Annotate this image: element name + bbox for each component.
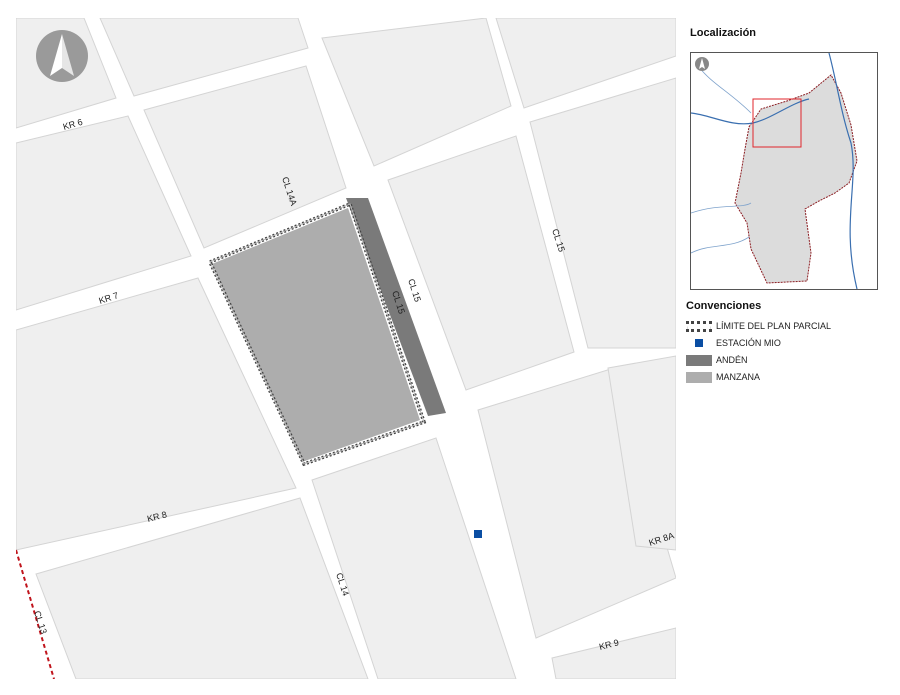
- legend-item-anden: ANDÉN: [686, 353, 748, 367]
- river: [691, 236, 750, 254]
- mio-station-marker[interactable]: [474, 530, 482, 538]
- legend-item-manzana: MANZANA: [686, 370, 760, 384]
- side-panel: Localización Convenciones LÍMITE DEL PLA…: [686, 18, 891, 678]
- legend-item-mio-station: ESTACIÓN MIO: [686, 336, 781, 350]
- city-block: [551, 627, 676, 679]
- inset-north-arrow-icon: [695, 57, 709, 71]
- legend-swatch-manzana: [686, 371, 712, 383]
- legend-label: ESTACIÓN MIO: [716, 338, 781, 348]
- legend-swatch-plan-limit: [686, 320, 712, 332]
- location-title: Localización: [690, 27, 757, 39]
- main-map[interactable]: KR 6 KR 7 KR 8 KR 8A KR 9 CL 14 CL 14A C…: [16, 18, 676, 679]
- street-label-cl13: CL 13: [32, 610, 49, 636]
- city-block: [321, 18, 512, 167]
- legend-item-plan-limit: LÍMITE DEL PLAN PARCIAL: [686, 319, 831, 333]
- river: [698, 66, 752, 114]
- legend-label: MANZANA: [716, 372, 761, 382]
- legend-swatch-mio-station: [686, 338, 712, 349]
- legend-swatch-anden: [686, 354, 712, 366]
- north-arrow-icon: [36, 30, 88, 82]
- location-inset-map[interactable]: [690, 52, 878, 290]
- legend-label: ANDÉN: [716, 355, 748, 365]
- street-label-cl15: CL 15: [406, 278, 423, 304]
- map-canvas: KR 6 KR 7 KR 8 KR 8A KR 9 CL 14 CL 14A C…: [16, 18, 676, 679]
- legend-label: LÍMITE DEL PLAN PARCIAL: [716, 321, 832, 331]
- inset-map-canvas: [691, 53, 858, 289]
- legend-title: Convenciones: [686, 300, 762, 312]
